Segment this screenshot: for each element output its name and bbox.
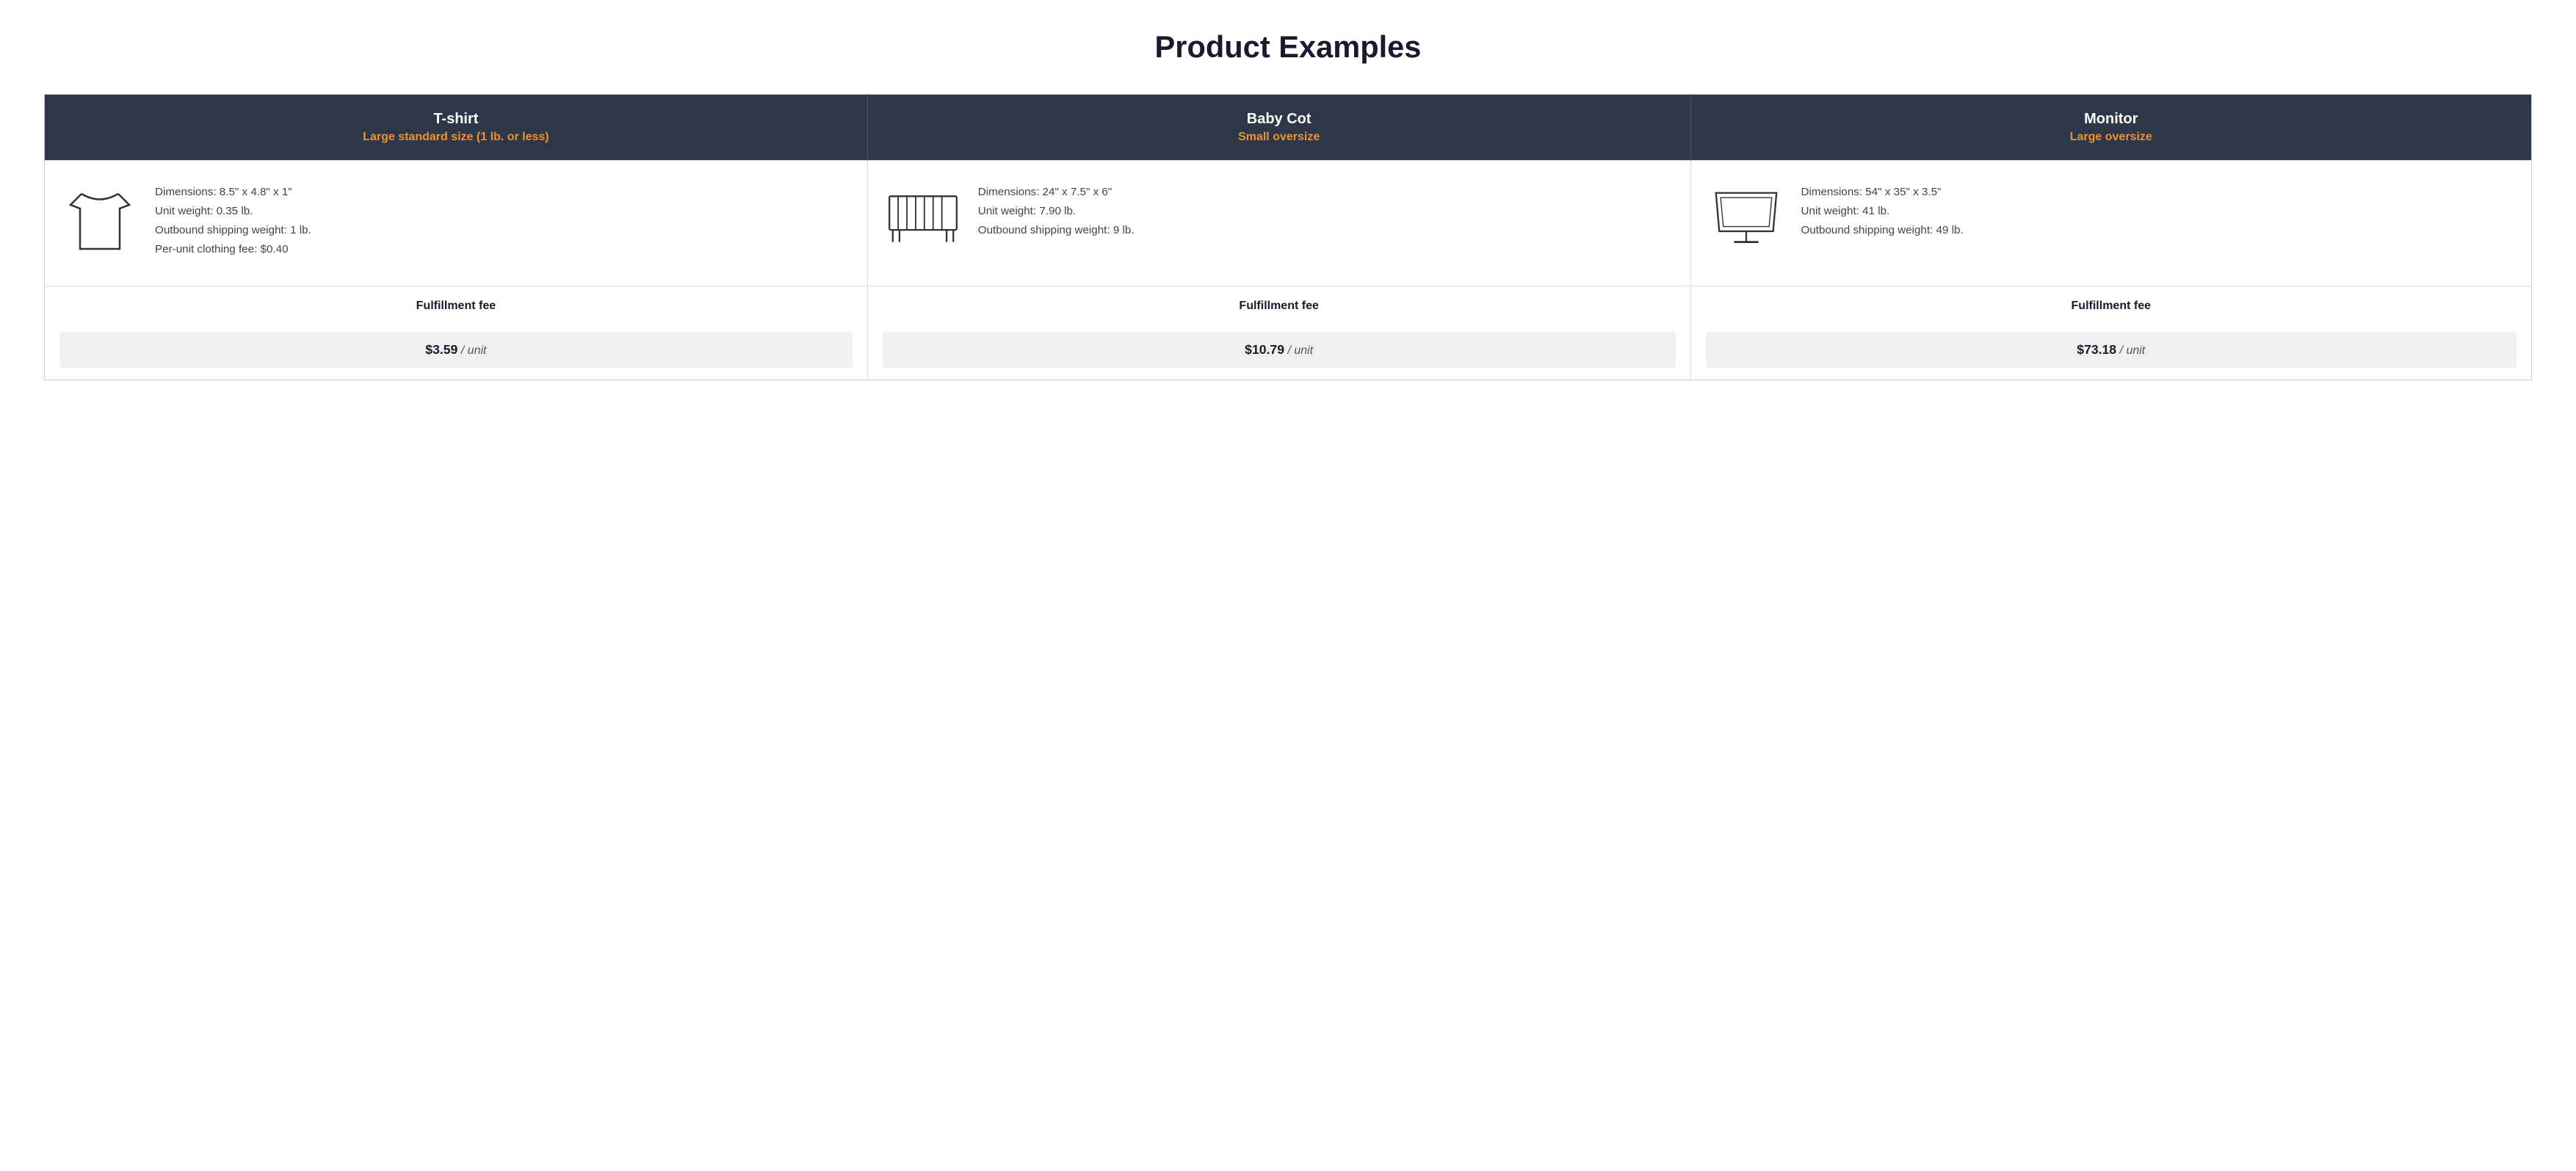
monitor-icon [1706,183,1787,264]
babycot-unit-weight: Unit weight: 7.90 lb. [978,205,1076,217]
monitor-details: Dimensions: 54" x 35" x 3.5" Unit weight… [1801,183,1964,240]
details-row: Dimensions: 8.5" x 4.8" x 1" Unit weight… [45,161,2532,286]
babycot-icon [883,183,963,264]
tshirt-cell: Dimensions: 8.5" x 4.8" x 1" Unit weight… [45,161,868,286]
tshirt-fee-cell: $3.59 / unit [45,320,868,380]
monitor-fee-unit: / unit [2120,344,2146,357]
tshirt-category: Large standard size (1 lb. or less) [59,131,853,144]
monitor-dimensions: Dimensions: 54" x 35" x 3.5" [1801,186,1942,198]
babycot-details: Dimensions: 24" x 7.5" x 6" Unit weight:… [978,183,1135,240]
tshirt-unit-weight: Unit weight: 0.35 lb. [155,205,253,217]
product-table: T-shirt Large standard size (1 lb. or le… [44,94,2532,380]
tshirt-fee-label: Fulfillment fee [45,286,868,321]
tshirt-icon [59,183,140,264]
monitor-shipping-weight: Outbound shipping weight: 49 lb. [1801,224,1964,236]
header-row: T-shirt Large standard size (1 lb. or le… [45,95,2532,161]
header-babycot: Baby Cot Small oversize [867,95,1690,161]
monitor-fee-label: Fulfillment fee [1690,286,2531,321]
tshirt-dimensions: Dimensions: 8.5" x 4.8" x 1" [155,186,292,198]
monitor-fee-amount: $73.18 [2077,342,2116,357]
babycot-fee-amount: $10.79 [1245,342,1284,357]
monitor-cell: Dimensions: 54" x 35" x 3.5" Unit weight… [1690,161,2531,286]
header-tshirt: T-shirt Large standard size (1 lb. or le… [45,95,868,161]
babycot-fee-box: $10.79 / unit [883,332,1676,368]
page-title: Product Examples [44,29,2532,65]
monitor-fee-box: $73.18 / unit [1706,332,2517,368]
babycot-shipping-weight: Outbound shipping weight: 9 lb. [978,224,1135,236]
fee-value-row: $3.59 / unit $10.79 / unit $73.18 / unit [45,320,2532,380]
monitor-unit-weight: Unit weight: 41 lb. [1801,205,1890,217]
monitor-category: Large oversize [1706,131,2517,144]
babycot-fee-label: Fulfillment fee [867,286,1690,321]
tshirt-shipping-weight: Outbound shipping weight: 1 lb. [155,224,311,236]
tshirt-name: T-shirt [59,111,853,128]
babycot-dimensions: Dimensions: 24" x 7.5" x 6" [978,186,1112,198]
babycot-fee-unit: / unit [1287,344,1313,357]
monitor-name: Monitor [1706,111,2517,128]
babycot-fee-cell: $10.79 / unit [867,320,1690,380]
header-monitor: Monitor Large oversize [1690,95,2531,161]
babycot-name: Baby Cot [883,111,1676,128]
babycot-cell: Dimensions: 24" x 7.5" x 6" Unit weight:… [867,161,1690,286]
tshirt-fee-amount: $3.59 [425,342,457,357]
fee-label-row: Fulfillment fee Fulfillment fee Fulfillm… [45,286,2532,321]
monitor-fee-cell: $73.18 / unit [1690,320,2531,380]
tshirt-fee-unit: / unit [461,344,487,357]
tshirt-details: Dimensions: 8.5" x 4.8" x 1" Unit weight… [155,183,311,258]
tshirt-fee-box: $3.59 / unit [59,332,853,368]
babycot-category: Small oversize [883,131,1676,144]
tshirt-extra: Per-unit clothing fee: $0.40 [155,243,289,255]
